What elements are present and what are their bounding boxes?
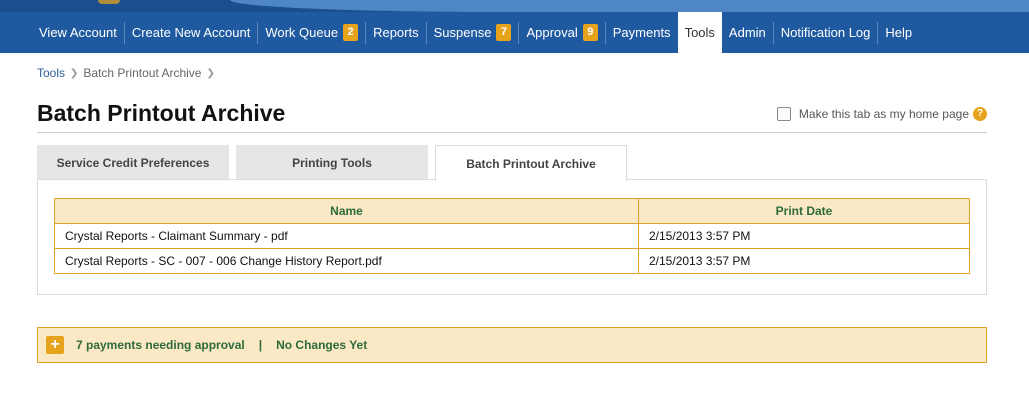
nav-work-queue[interactable]: Work Queue 2 [258, 12, 365, 53]
nav-tools[interactable]: Tools [677, 12, 722, 53]
nav-suspense[interactable]: Suspense 7 [427, 12, 519, 53]
approval-status: No Changes Yet [276, 338, 368, 352]
table-row[interactable]: Crystal Reports - SC - 007 - 006 Change … [54, 248, 970, 274]
payments-needing-approval-link[interactable]: 7 payments needing approval [76, 338, 245, 352]
nav-payments[interactable]: Payments [606, 12, 678, 53]
cell-name[interactable]: Crystal Reports - Claimant Summary - pdf [54, 223, 639, 249]
suspense-count-badge: 7 [496, 24, 512, 41]
table-header-row: Name Print Date [54, 198, 970, 224]
nav-admin[interactable]: Admin [722, 12, 773, 53]
nav-notification-log[interactable]: Notification Log [774, 12, 878, 53]
nav-label: Tools [684, 25, 715, 40]
nav-label: Admin [728, 25, 766, 40]
breadcrumb-current: Batch Printout Archive [83, 66, 202, 80]
table-row[interactable]: Crystal Reports - Claimant Summary - pdf… [54, 223, 970, 249]
nav-view-account[interactable]: View Account [32, 12, 124, 53]
nav-label: Help [885, 25, 913, 40]
approval-separator: | [258, 338, 263, 352]
cell-name[interactable]: Crystal Reports - SC - 007 - 006 Change … [54, 248, 639, 274]
breadcrumb-chevron-icon: ❯ [206, 67, 215, 79]
tab-bar: Service Credit Preferences Printing Tool… [37, 145, 987, 181]
nav-label: Approval [526, 25, 578, 40]
printout-archive-table: Name Print Date Crystal Reports - Claima… [54, 198, 970, 274]
nav-create-new-account[interactable]: Create New Account [125, 12, 258, 53]
approval-count-badge: 9 [582, 24, 598, 41]
page-title: Batch Printout Archive [37, 100, 286, 126]
breadcrumb: Tools ❯ Batch Printout Archive ❯ [37, 66, 220, 80]
tab-label: Service Credit Preferences [56, 155, 210, 170]
main-nav: View Account Create New Account Work Que… [0, 12, 1029, 53]
nav-label: Work Queue [265, 25, 339, 40]
home-page-checkbox[interactable] [776, 107, 791, 121]
logo-icon [98, 0, 120, 4]
breadcrumb-chevron-icon: ❯ [70, 67, 79, 79]
nav-label: Suspense [433, 25, 492, 40]
home-page-preference: Make this tab as my home page ? [776, 107, 987, 121]
help-icon[interactable]: ? [973, 107, 987, 121]
tab-label: Printing Tools [292, 155, 372, 170]
tab-service-credit-preferences[interactable]: Service Credit Preferences [37, 145, 229, 180]
nav-approval[interactable]: Approval 9 [519, 12, 604, 53]
expand-plus-icon[interactable]: + [46, 336, 64, 354]
approval-summary-bar: + 7 payments needing approval | No Chang… [37, 327, 987, 363]
breadcrumb-link-tools[interactable]: Tools [37, 66, 65, 80]
nav-label: Reports [373, 25, 419, 40]
tab-batch-printout-archive[interactable]: Batch Printout Archive [435, 145, 627, 181]
column-header-name[interactable]: Name [54, 198, 639, 224]
work-queue-count-badge: 2 [343, 24, 359, 41]
tab-label: Batch Printout Archive [466, 156, 596, 171]
cell-print-date: 2/15/2013 3:57 PM [638, 248, 970, 274]
nav-label: Payments [612, 25, 671, 40]
nav-label: View Account [39, 25, 117, 40]
nav-help[interactable]: Help [878, 12, 919, 53]
home-page-label: Make this tab as my home page [798, 107, 969, 121]
nav-label: Create New Account [131, 25, 251, 40]
column-header-print-date[interactable]: Print Date [638, 198, 970, 224]
nav-label: Notification Log [780, 25, 871, 40]
nav-reports[interactable]: Reports [366, 12, 426, 53]
tab-printing-tools[interactable]: Printing Tools [236, 145, 428, 180]
title-divider [37, 132, 987, 133]
cell-print-date: 2/15/2013 3:57 PM [638, 223, 970, 249]
